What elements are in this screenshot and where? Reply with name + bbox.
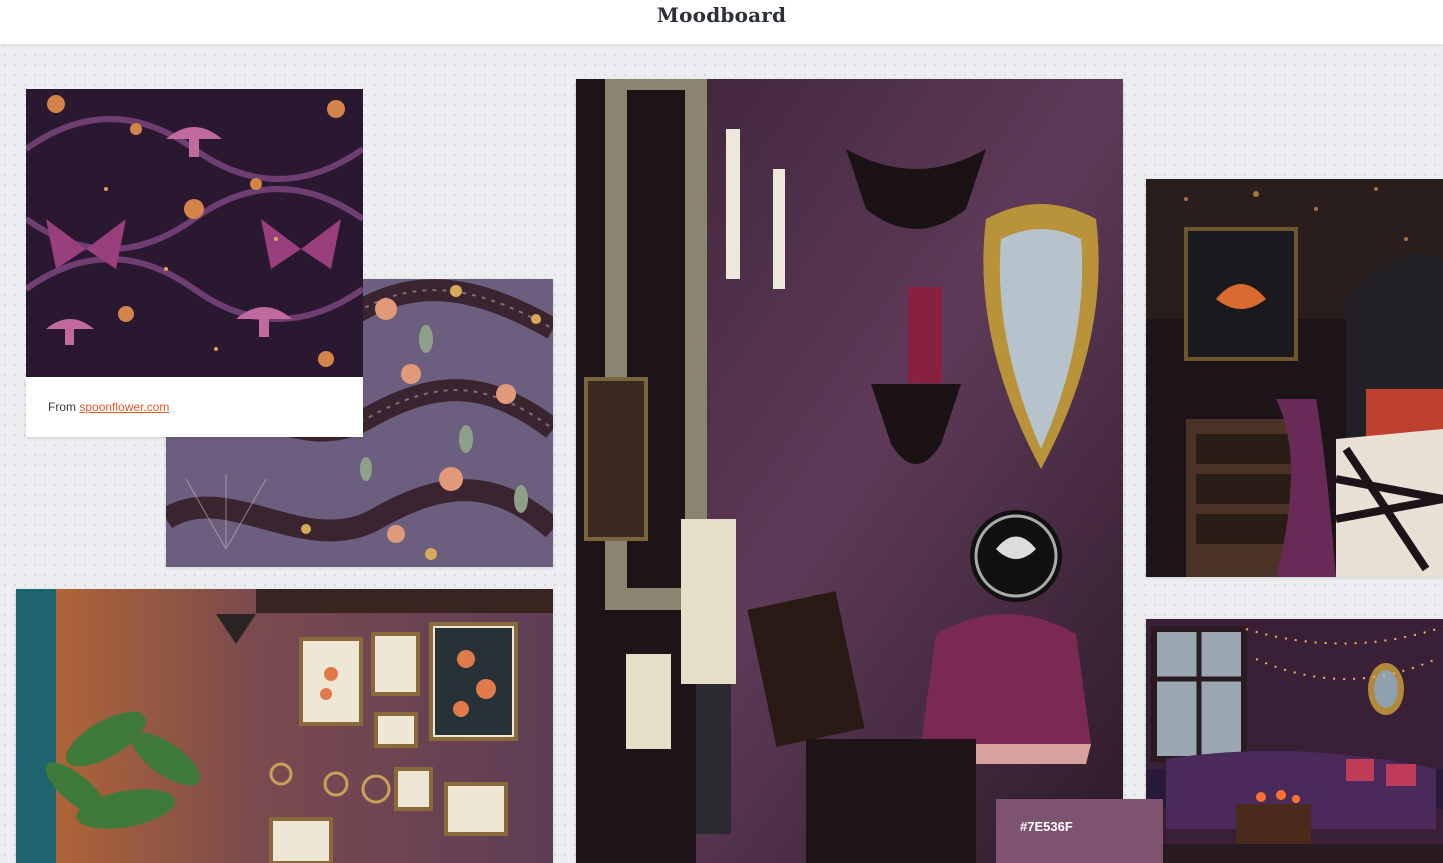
gothic-wall-card[interactable] — [576, 79, 1123, 863]
moth-mushroom-pattern-image — [26, 89, 363, 377]
gothic-candle-wall-image — [576, 79, 1123, 863]
dark-bedroom-image — [1146, 179, 1443, 577]
source-caption: From spoonflower.com — [26, 377, 363, 437]
bedroom-card[interactable] — [1146, 179, 1443, 577]
source-link[interactable]: spoonflower.com — [79, 400, 169, 414]
caption-text: From spoonflower.com — [48, 400, 169, 414]
caption-prefix: From — [48, 400, 76, 414]
color-swatch[interactable]: #7E536F — [996, 799, 1163, 863]
botanical-gallery-wall-image — [16, 589, 553, 863]
gallery-wall-card[interactable] — [16, 589, 553, 863]
top-bar: Moodboard — [0, 0, 1443, 45]
fairy-light-living-room-image — [1146, 619, 1443, 863]
living-room-card[interactable] — [1146, 619, 1443, 863]
pattern-moths-card[interactable] — [26, 89, 363, 377]
page-title: Moodboard — [656, 3, 787, 27]
swatch-label: #7E536F — [1020, 819, 1073, 834]
